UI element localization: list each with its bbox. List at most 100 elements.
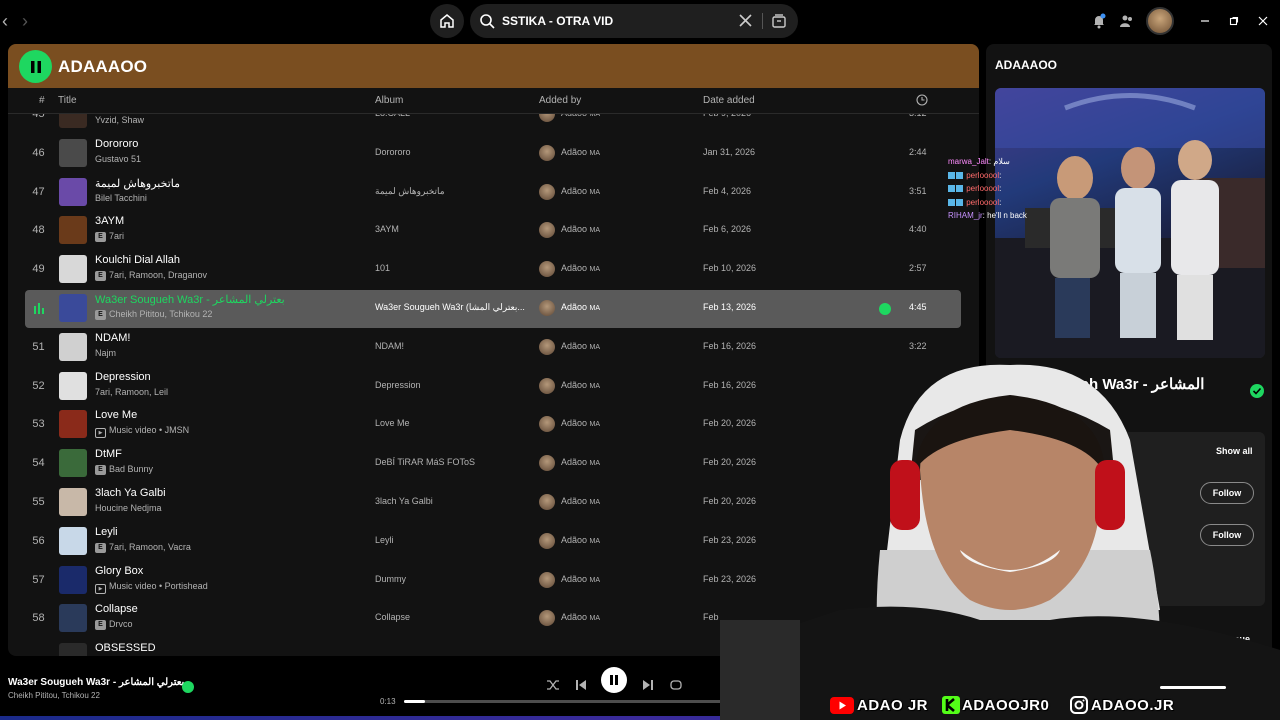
track-album[interactable]: Leyli xyxy=(375,535,533,545)
table-row-now-playing[interactable]: Wa3er Sougueh Wa3r - بعترلي المشاعر E Chei… xyxy=(25,290,961,328)
added-by-name[interactable]: Adãoo xyxy=(561,496,587,506)
track-artists[interactable]: Bad Bunny xyxy=(109,464,153,474)
browse-icon[interactable] xyxy=(771,13,787,29)
volume-slider[interactable] xyxy=(1160,686,1226,689)
minimize-icon[interactable] xyxy=(1200,16,1210,26)
table-row[interactable]: 56 Leyli E 7ari, Ramoon, Vacra Leyli Adãoo MA… xyxy=(25,523,961,561)
track-artists[interactable]: 7ari, Ramoon, Leil xyxy=(95,387,168,397)
track-artists[interactable]: Houcine Nedjma xyxy=(95,503,162,513)
search-input[interactable]: SSTIKA - OTRA VID xyxy=(502,14,613,28)
progress-bar[interactable] xyxy=(404,700,824,703)
added-by-name[interactable]: Adãoo xyxy=(561,535,587,545)
now-playing-panel-artists[interactable]: u, Tchikou 22 xyxy=(1042,398,1107,410)
track-artists[interactable]: Najm xyxy=(95,348,116,358)
table-row[interactable]: 52 Depression 7ari, Ramoon, Leil Depression… xyxy=(25,368,961,406)
profile-avatar[interactable] xyxy=(1146,7,1174,35)
back-arrow-icon[interactable]: ‹ xyxy=(2,11,8,31)
col-title[interactable]: Title xyxy=(58,95,77,106)
track-artists[interactable]: 7ari xyxy=(109,231,124,241)
table-row[interactable]: 48 3AYM E 7ari 3AYM Adãoo MA Feb 6, 2026 4:40 xyxy=(25,212,961,250)
track-artists[interactable]: Bilel Tacchini xyxy=(95,193,147,203)
saved-check-icon[interactable] xyxy=(1250,384,1264,398)
track-title[interactable]: NDAM! xyxy=(95,332,130,344)
added-by-name[interactable]: Adãoo xyxy=(561,302,587,312)
track-album[interactable]: Depression xyxy=(375,380,533,390)
added-by-name[interactable]: Adãoo xyxy=(561,380,587,390)
track-album[interactable]: Wa3er Sougueh Wa3r (بعترلي المشا... xyxy=(375,302,533,313)
track-title[interactable]: DtMF xyxy=(95,448,122,460)
friend-activity-icon[interactable] xyxy=(1120,14,1134,28)
track-album[interactable]: 101 xyxy=(375,263,533,273)
track-album[interactable]: Collapse xyxy=(375,612,533,622)
track-title[interactable]: Wa3er Sougueh Wa3r - بعترلي المشاعر xyxy=(95,293,285,306)
follow-button-2[interactable]: Follow xyxy=(1200,524,1254,546)
follow-button-1[interactable]: Follow xyxy=(1200,482,1254,504)
table-row[interactable]: 46 Dorororo Gustavo 51 Dorororo Adãoo MA Jan … xyxy=(25,135,961,173)
track-title[interactable]: 3lach Ya Galbi xyxy=(95,487,166,499)
now-playing-panel-track-title[interactable]: Sougueh Wa3r - المشاعر xyxy=(1034,375,1204,393)
track-title[interactable]: OBSESSED xyxy=(95,642,156,654)
notifications-bell-icon[interactable] xyxy=(1092,13,1106,29)
track-artists[interactable]: Yvzid, Shaw xyxy=(95,115,144,125)
track-album[interactable]: Dorororo xyxy=(375,147,533,157)
track-artists[interactable]: 7ari, Ramoon, Vacra xyxy=(109,542,191,552)
added-by-name[interactable]: Adãoo xyxy=(561,574,587,584)
open-queue-button[interactable]: Open queue xyxy=(1198,634,1250,644)
track-artists[interactable]: Gustavo 51 xyxy=(95,154,141,164)
col-added-by[interactable]: Added by xyxy=(539,95,581,106)
track-album[interactable]: DeBÍ TiRAR MáS FOToS xyxy=(375,457,533,467)
table-row[interactable]: 47 ماتخبروهاش لميمة Bilel Tacchini ماتخبروه… xyxy=(25,174,961,212)
track-artists[interactable]: Drvco xyxy=(109,619,133,629)
track-title[interactable]: Collapse xyxy=(95,603,138,615)
table-row[interactable]: 51 NDAM! Najm NDAM! Adãoo MA Feb 16, 2026 3:22 xyxy=(25,329,961,367)
table-row[interactable]: 55 3lach Ya Galbi Houcine Nedjma 3lach Ya G… xyxy=(25,484,961,522)
previous-icon[interactable] xyxy=(574,678,588,692)
track-title[interactable]: ماتخبروهاش لميمة xyxy=(95,177,180,190)
forward-arrow-icon[interactable]: › xyxy=(22,11,28,31)
track-artists[interactable]: Cheikh Pititou, Tchikou 22 xyxy=(109,309,212,319)
track-album[interactable]: NDAM! xyxy=(375,341,533,351)
home-button[interactable] xyxy=(430,4,464,38)
track-artists[interactable]: Music video • JMSN xyxy=(109,425,189,435)
track-artists[interactable]: 7ari, Ramoon, Draganov xyxy=(109,270,207,280)
track-title[interactable]: Koulchi Dial Allah xyxy=(95,254,180,266)
track-artists[interactable]: Music video • Portishead xyxy=(109,581,208,591)
fullscreen-icon[interactable] xyxy=(1259,681,1271,693)
added-by-name[interactable]: Adãoo xyxy=(561,224,587,234)
track-album[interactable]: ماتخبروهاش لميمة xyxy=(375,186,533,197)
table-row[interactable]: 57 Glory Box ▶ Music video • Portishead Dumm… xyxy=(25,562,961,600)
added-by-name[interactable]: Adãoo xyxy=(561,341,587,351)
table-row[interactable]: 54 DtMF E Bad Bunny DeBÍ TiRAR MáS FOToS Adão… xyxy=(25,445,961,483)
play-pause-button[interactable] xyxy=(601,667,627,693)
next-icon[interactable] xyxy=(641,678,655,692)
col-album[interactable]: Album xyxy=(375,95,403,106)
added-by-name[interactable]: Adãoo xyxy=(561,457,587,467)
added-by-name[interactable]: Adãoo xyxy=(561,147,587,157)
player-track-artists[interactable]: Cheikh Pititou, Tchikou 22 xyxy=(8,691,100,700)
table-row[interactable]: 58 Collapse E Drvco Collapse Adãoo MA Feb xyxy=(25,600,961,638)
player-saved-check-icon[interactable] xyxy=(182,681,194,693)
track-title[interactable]: Love Me xyxy=(95,409,137,421)
track-title[interactable]: Dorororo xyxy=(95,138,138,150)
track-title[interactable]: Depression xyxy=(95,371,151,383)
search-bar[interactable]: SSTIKA - OTRA VID xyxy=(470,4,798,38)
player-track-title[interactable]: Wa3er Sougueh Wa3r - بعترلي المشاعر xyxy=(8,677,184,688)
show-all-link[interactable]: Show all xyxy=(1216,446,1253,456)
track-album[interactable]: Love Me xyxy=(375,418,533,428)
table-row[interactable]: OBSESSED xyxy=(25,639,961,656)
clear-search-icon[interactable] xyxy=(738,13,753,28)
track-title[interactable]: Glory Box xyxy=(95,565,143,577)
table-row[interactable]: 53 Love Me ▶ Music video • JMSN Love Me Adãoo… xyxy=(25,406,961,444)
restore-icon[interactable] xyxy=(1229,16,1239,26)
playlist-pause-button[interactable] xyxy=(19,50,52,83)
repeat-icon[interactable] xyxy=(669,678,683,692)
col-number[interactable]: # xyxy=(39,95,45,106)
close-window-icon[interactable] xyxy=(1258,16,1268,26)
added-by-name[interactable]: Adãoo xyxy=(561,612,587,622)
col-date-added[interactable]: Date added xyxy=(703,95,755,106)
track-album[interactable]: 3lach Ya Galbi xyxy=(375,496,533,506)
miniplayer-icon[interactable] xyxy=(1237,681,1249,693)
added-by-name[interactable]: Adãoo xyxy=(561,418,587,428)
added-by-name[interactable]: Adãoo xyxy=(561,186,587,196)
shuffle-icon[interactable] xyxy=(546,678,560,692)
